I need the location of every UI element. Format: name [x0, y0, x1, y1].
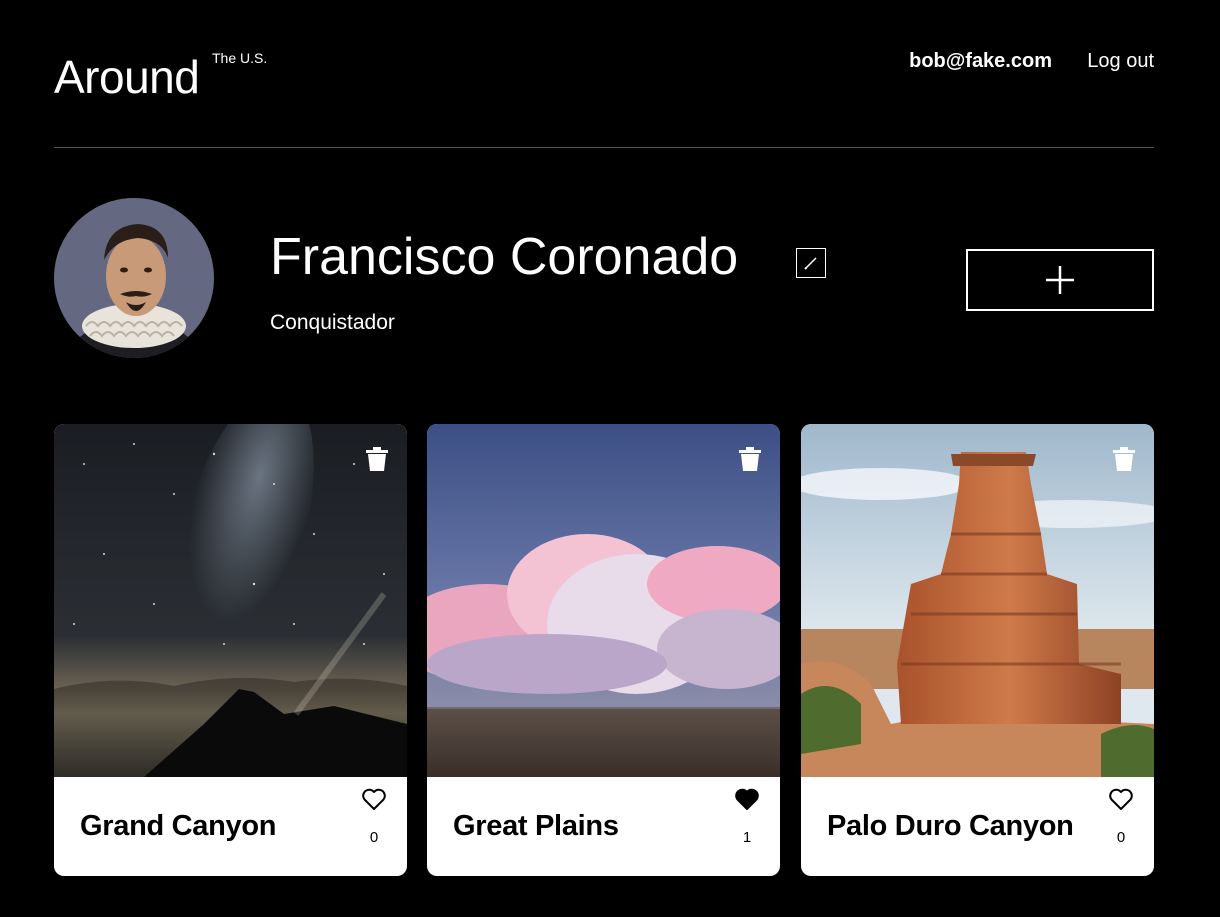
like-count: 1 — [742, 829, 752, 846]
card-great-plains: Great Plains 1 — [427, 424, 780, 876]
logout-link[interactable]: Log out — [1087, 48, 1154, 74]
like-button[interactable] — [1108, 786, 1134, 812]
card-grand-canyon: Grand Canyon 0 — [54, 424, 407, 876]
trash-icon — [739, 447, 761, 471]
logo: Around — [54, 51, 200, 103]
heart-filled-icon — [735, 788, 759, 810]
like-count: 0 — [1116, 829, 1126, 846]
heart-outline-icon — [362, 788, 386, 810]
heart-outline-icon — [1109, 788, 1133, 810]
page: Around The U.S. bob@fake.com Log out Fra… — [0, 0, 1220, 917]
card-palo-duro-canyon: Palo Duro Canyon 0 — [801, 424, 1154, 876]
profile-avatar[interactable] — [54, 198, 214, 358]
trash-icon — [366, 447, 388, 471]
delete-card-button[interactable] — [365, 446, 389, 472]
delete-card-button[interactable] — [1112, 446, 1136, 472]
card-title: Great Plains — [453, 810, 619, 842]
card-title: Grand Canyon — [80, 810, 277, 842]
card-image[interactable] — [427, 424, 780, 777]
pencil-icon — [804, 257, 817, 270]
like-button[interactable] — [734, 786, 760, 812]
profile-name: Francisco Coronado — [270, 228, 739, 286]
delete-card-button[interactable] — [738, 446, 762, 472]
edit-profile-button[interactable] — [796, 248, 826, 278]
add-card-button[interactable] — [966, 249, 1154, 311]
user-email: bob@fake.com — [909, 50, 1052, 72]
card-title: Palo Duro Canyon — [827, 810, 1074, 842]
logo-superscript: The U.S. — [212, 50, 268, 66]
profile-about: Conquistador — [270, 311, 395, 334]
plus-icon — [1046, 266, 1074, 294]
header: Around The U.S. bob@fake.com Log out — [54, 0, 1154, 148]
like-button[interactable] — [361, 786, 387, 812]
trash-icon — [1113, 447, 1135, 471]
like-count: 0 — [369, 829, 379, 846]
card-image[interactable] — [54, 424, 407, 777]
card-image[interactable] — [801, 424, 1154, 777]
